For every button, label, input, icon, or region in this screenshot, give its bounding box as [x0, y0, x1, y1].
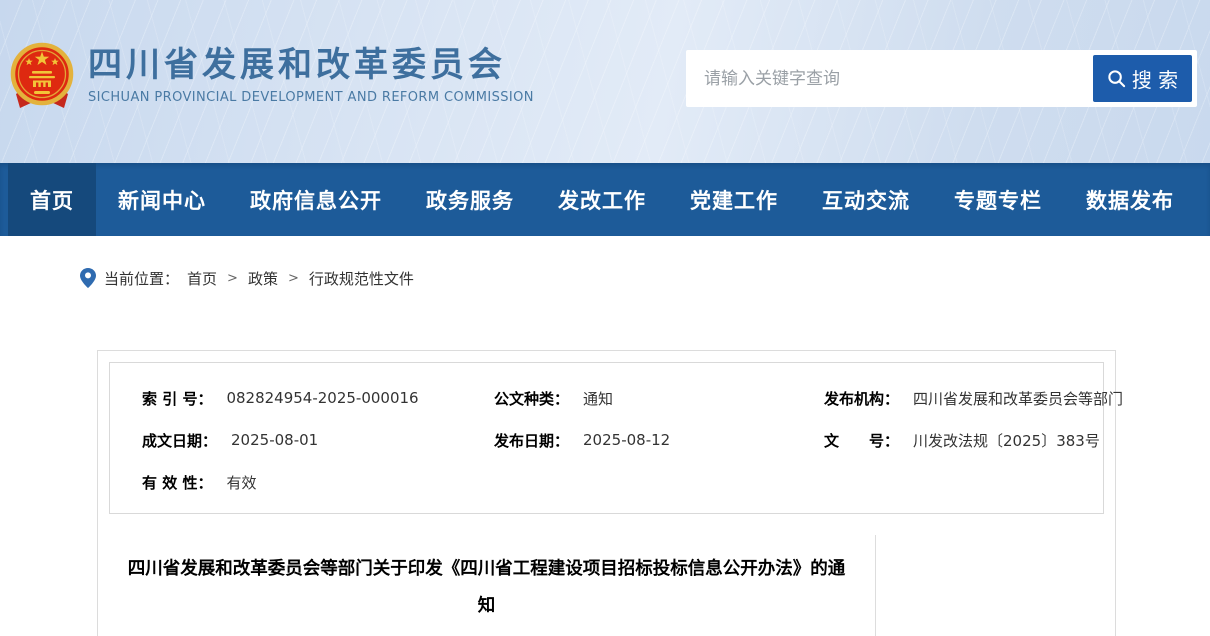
breadcrumb-separator: > — [286, 271, 301, 286]
meta-label: 索 引 号： — [142, 388, 212, 409]
nav-item-services[interactable]: 政务服务 — [404, 163, 536, 236]
meta-label: 文 号： — [824, 430, 899, 451]
meta-empty-cell — [792, 461, 1123, 503]
meta-value: 川发改法规〔2025〕383号 — [913, 430, 1100, 451]
nav-item-special-topics[interactable]: 专题专栏 — [932, 163, 1064, 236]
nav-item-party-building[interactable]: 党建工作 — [668, 163, 800, 236]
search-button[interactable]: 搜 索 — [1093, 55, 1192, 102]
nav-item-news[interactable]: 新闻中心 — [96, 163, 228, 236]
page: 四川省发展和改革委员会 SICHUAN PROVINCIAL DEVELOPME… — [0, 0, 1210, 636]
meta-value: 2025-08-01 — [231, 431, 318, 449]
site-title-en: SICHUAN PROVINCIAL DEVELOPMENT AND REFOR… — [88, 90, 534, 105]
document-main-column: 四川省发展和改革委员会等部门关于印发《四川省工程建设项目招标投标信息公开办法》的… — [98, 525, 875, 636]
search-input[interactable] — [686, 50, 1093, 107]
document-meta-grid: 索 引 号： 082824954-2025-000016 公文种类： 通知 发布… — [110, 377, 1103, 503]
breadcrumb-link-policy[interactable]: 政策 — [248, 268, 278, 289]
document-card: 索 引 号： 082824954-2025-000016 公文种类： 通知 发布… — [97, 350, 1116, 636]
meta-label: 公文种类： — [494, 388, 569, 409]
meta-written-date: 成文日期： 2025-08-01 — [110, 419, 462, 461]
meta-index-number: 索 引 号： 082824954-2025-000016 — [110, 377, 462, 419]
search-button-label: 搜 索 — [1132, 64, 1178, 93]
location-pin-icon — [80, 268, 96, 288]
national-emblem-logo — [10, 38, 74, 116]
breadcrumb-label: 当前位置： — [104, 268, 179, 289]
breadcrumb-link-home[interactable]: 首页 — [187, 268, 217, 289]
meta-empty-cell — [462, 461, 792, 503]
nav-item-ndrc-work[interactable]: 发改工作 — [536, 163, 668, 236]
nav-item-interaction[interactable]: 互动交流 — [800, 163, 932, 236]
nav-item-data-release[interactable]: 数据发布 — [1064, 163, 1196, 236]
breadcrumb-separator: > — [225, 271, 240, 286]
meta-publish-date: 发布日期： 2025-08-12 — [462, 419, 792, 461]
meta-document-type: 公文种类： 通知 — [462, 377, 792, 419]
breadcrumb: 当前位置： 首页 > 政策 > 行政规范性文件 — [0, 236, 1210, 296]
meta-validity: 有 效 性： 有效 — [110, 461, 462, 503]
meta-label: 有 效 性： — [142, 472, 212, 493]
meta-label: 发布机构： — [824, 388, 899, 409]
search-box: 搜 索 — [686, 50, 1197, 107]
meta-value: 有效 — [226, 472, 256, 493]
document-side-column — [875, 535, 1115, 636]
nav-item-home[interactable]: 首页 — [8, 163, 96, 236]
meta-value: 通知 — [583, 388, 613, 409]
breadcrumb-link-regulatory-docs[interactable]: 行政规范性文件 — [309, 268, 414, 289]
main-nav: 首页 新闻中心 政府信息公开 政务服务 发改工作 党建工作 互动交流 专题专栏 … — [0, 163, 1210, 236]
meta-issuing-agency: 发布机构： 四川省发展和改革委员会等部门 — [792, 377, 1123, 419]
document-title: 四川省发展和改革委员会等部门关于印发《四川省工程建设项目招标投标信息公开办法》的… — [126, 551, 847, 625]
meta-document-number: 文 号： 川发改法规〔2025〕383号 — [792, 419, 1123, 461]
site-brand: 四川省发展和改革委员会 SICHUAN PROVINCIAL DEVELOPME… — [10, 38, 534, 116]
meta-value: 082824954-2025-000016 — [226, 389, 418, 407]
site-title: 四川省发展和改革委员会 — [88, 46, 534, 84]
meta-value: 2025-08-12 — [583, 431, 670, 449]
document-meta-box: 索 引 号： 082824954-2025-000016 公文种类： 通知 发布… — [109, 362, 1104, 514]
meta-label: 发布日期： — [494, 430, 569, 451]
document-body: 四川省发展和改革委员会等部门关于印发《四川省工程建设项目招标投标信息公开办法》的… — [98, 525, 1115, 636]
site-header: 四川省发展和改革委员会 SICHUAN PROVINCIAL DEVELOPME… — [0, 0, 1210, 163]
brand-text: 四川省发展和改革委员会 SICHUAN PROVINCIAL DEVELOPME… — [88, 38, 534, 105]
meta-label: 成文日期： — [142, 430, 217, 451]
nav-item-gov-info[interactable]: 政府信息公开 — [228, 163, 404, 236]
search-icon — [1107, 69, 1126, 88]
meta-value: 四川省发展和改革委员会等部门 — [913, 388, 1123, 409]
